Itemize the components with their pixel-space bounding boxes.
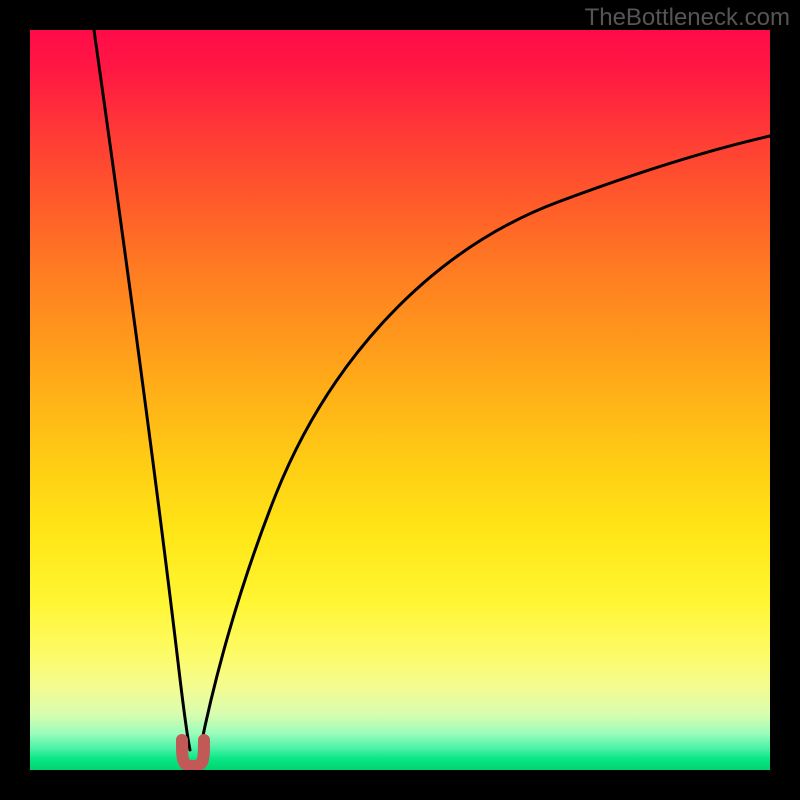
plot-svg — [30, 30, 770, 770]
watermark-text: TheBottleneck.com — [585, 4, 790, 32]
curve-right-branch — [200, 136, 770, 750]
curve-left-branch — [94, 30, 190, 750]
minimum-marker — [182, 740, 204, 766]
